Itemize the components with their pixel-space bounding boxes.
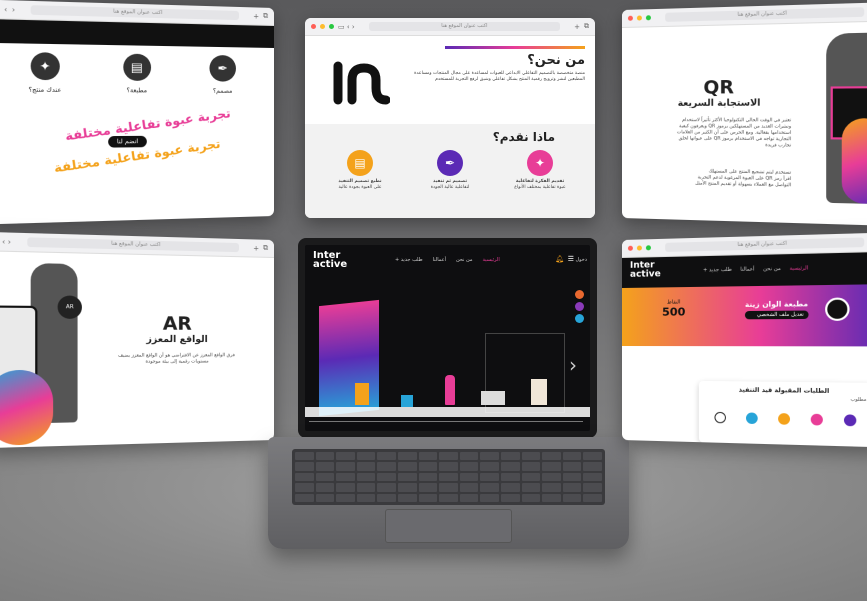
product-pack xyxy=(481,391,505,405)
avatar[interactable] xyxy=(825,297,850,321)
new-tab-icon[interactable]: + xyxy=(253,12,259,20)
close-icon[interactable] xyxy=(627,245,633,251)
new-tab-icon[interactable]: + xyxy=(253,244,259,252)
service-sub: على العبوة بجودة عالية xyxy=(338,185,382,190)
lightbulb-icon[interactable]: ✦ xyxy=(30,52,60,81)
product-cup xyxy=(401,395,413,407)
address-bar[interactable]: اكتب عنوان الموقع هنا xyxy=(665,237,865,252)
offer-title: ماذا نقدم؟ xyxy=(492,130,555,144)
browser-toolbar: ▭ ‹ › اكتب عنوان الموقع هنا + ⧉ xyxy=(305,18,595,36)
address-bar[interactable]: اكتب عنوان الموقع هنا xyxy=(368,22,561,31)
interactive-logo-icon xyxy=(333,61,390,105)
tabs-icon[interactable]: ⧉ xyxy=(584,22,589,31)
step-icon xyxy=(745,412,758,425)
address-bar[interactable]: اكتب عنوان الموقع هنا xyxy=(30,5,240,21)
qr-body: تعتبر في الوقت الحالي التكنولوجيا الأكثر… xyxy=(676,118,792,149)
minimize-icon[interactable] xyxy=(320,24,325,29)
trackpad[interactable] xyxy=(385,509,512,543)
product-carton xyxy=(531,379,547,405)
nav-home[interactable]: الرئيسية xyxy=(483,257,500,263)
tabs-icon[interactable]: ⧉ xyxy=(263,12,268,21)
nav-about[interactable]: من نحن xyxy=(763,266,781,273)
join-button[interactable]: انضم لنا xyxy=(108,135,147,148)
qr-title: QR xyxy=(703,76,734,99)
keyboard[interactable] xyxy=(292,449,605,505)
logo-line2: active xyxy=(629,269,661,280)
design-service-icon: ✒ xyxy=(437,150,463,176)
service-sub: لتفاعلية عالية الجودة xyxy=(430,185,470,190)
close-icon[interactable] xyxy=(311,24,316,29)
service-sub: عبوة تفاعلية بمختلف الأنواع xyxy=(514,185,566,190)
gradient-rule xyxy=(445,46,585,49)
about-title: من نحن؟ xyxy=(527,53,585,68)
menu-icon[interactable]: ☰ xyxy=(568,255,574,263)
orders-sub: مطلوب xyxy=(850,397,867,404)
laptop-display: Inter active الرئيسية من نحن أعمالنا طلب… xyxy=(298,238,597,438)
points-value: 500 xyxy=(662,305,686,319)
icon-label: مطبعة؟ xyxy=(126,87,148,95)
gradient-swoosh xyxy=(841,118,867,205)
qr-subtitle: الاستجابة السريعة xyxy=(677,98,761,109)
laptop-screen-content: Inter active الرئيسية من نحن أعمالنا طلب… xyxy=(305,245,590,431)
step-icon xyxy=(810,413,823,426)
gradient-swoosh xyxy=(0,369,54,446)
browser-window-ar: ▭ ‹ › اكتب عنوان الموقع هنا + ⧉ AR AR ال… xyxy=(0,231,274,449)
nav-about[interactable]: من نحن xyxy=(456,257,473,263)
address-bar[interactable]: اكتب عنوان الموقع هنا xyxy=(26,237,240,253)
step-icon xyxy=(713,411,726,424)
nav-works[interactable]: أعمالنا xyxy=(433,257,446,263)
step-icon xyxy=(777,413,790,425)
orders-title: الطلبات المقبولة قيد التنفيذ xyxy=(738,386,830,396)
nav-works[interactable]: أعمالنا xyxy=(740,266,754,272)
nav-home[interactable]: الرئيسية xyxy=(789,265,808,272)
tabs-icon[interactable]: ⧉ xyxy=(263,244,268,253)
back-icon[interactable]: ‹ xyxy=(4,5,7,14)
ar-subtitle: الواقع المعزز xyxy=(146,334,208,346)
sidebar-icon[interactable]: ▭ ‹ › xyxy=(0,237,11,246)
nav-new-order[interactable]: طلب جديد + xyxy=(395,257,423,263)
pen-nib-icon[interactable]: ✒ xyxy=(209,54,236,82)
product-bottle xyxy=(445,375,455,405)
sidebar-icon[interactable]: ▭ ‹ › xyxy=(338,23,355,31)
floor-line xyxy=(309,421,583,422)
product-box xyxy=(355,383,369,405)
snapchat-icon[interactable] xyxy=(575,302,584,311)
browser-window-products: ▭ ‹ › اكتب عنوان الموقع هنا + ⧉ ✦ عندك م… xyxy=(0,0,274,225)
next-arrow-icon[interactable]: › xyxy=(569,353,577,377)
icon-label: عندك منتج؟ xyxy=(28,86,62,94)
bell-icon[interactable]: 🔔︎ xyxy=(555,255,564,263)
printer-icon[interactable]: ▤ xyxy=(122,53,151,81)
twitter-icon[interactable] xyxy=(575,314,584,323)
edit-profile-button[interactable]: تعديل ملف الشخصي xyxy=(744,310,809,320)
print-service-icon: ▤ xyxy=(347,150,373,176)
minimize-icon[interactable] xyxy=(636,15,642,21)
browser-window-about: ▭ ‹ › اكتب عنوان الموقع هنا + ⧉ من نحن؟ … xyxy=(305,18,595,218)
laptop-base xyxy=(268,437,629,549)
gradient-wall xyxy=(319,299,379,417)
profile-banner: النقاط 500 مطبعة الوان زينة تعديل ملف ال… xyxy=(622,284,867,347)
ar-body: فرق الواقع المعزز عن الافتراضي هو أن الو… xyxy=(118,353,235,365)
close-icon[interactable] xyxy=(627,15,633,21)
zoom-icon[interactable] xyxy=(329,24,334,29)
zoom-icon[interactable] xyxy=(645,15,651,21)
login-link[interactable]: دخول xyxy=(575,257,587,263)
forward-icon[interactable]: › xyxy=(12,5,15,14)
nav-new-order[interactable]: طلب جديد + xyxy=(703,267,732,274)
logo-line2: active xyxy=(313,259,348,270)
about-body: منصة متخصصة بالتصميم التفاعلي الابداعي ل… xyxy=(414,71,585,82)
step-icon xyxy=(843,414,856,427)
idea-service-icon: ✦ xyxy=(527,150,553,176)
instagram-icon[interactable] xyxy=(575,290,584,299)
minimize-icon[interactable] xyxy=(636,245,642,251)
address-bar[interactable]: اكتب عنوان الموقع هنا xyxy=(665,7,865,22)
product-shelf xyxy=(305,407,590,417)
ar-badge: AR xyxy=(57,295,82,319)
ar-title: AR xyxy=(162,313,192,335)
profile-name: مطبعة الوان زينة xyxy=(744,300,809,309)
browser-window-profile: اكتب عنوان الموقع هنا Inter active الرئي… xyxy=(622,232,867,448)
qr-bullet: التواصل مع العملاء بسهولة أو تقديم المنت… xyxy=(695,181,792,189)
new-tab-icon[interactable]: + xyxy=(574,23,580,31)
browser-window-qr: اكتب عنوان الموقع هنا QR الاستجابة السري… xyxy=(622,2,867,226)
zoom-icon[interactable] xyxy=(645,245,651,251)
